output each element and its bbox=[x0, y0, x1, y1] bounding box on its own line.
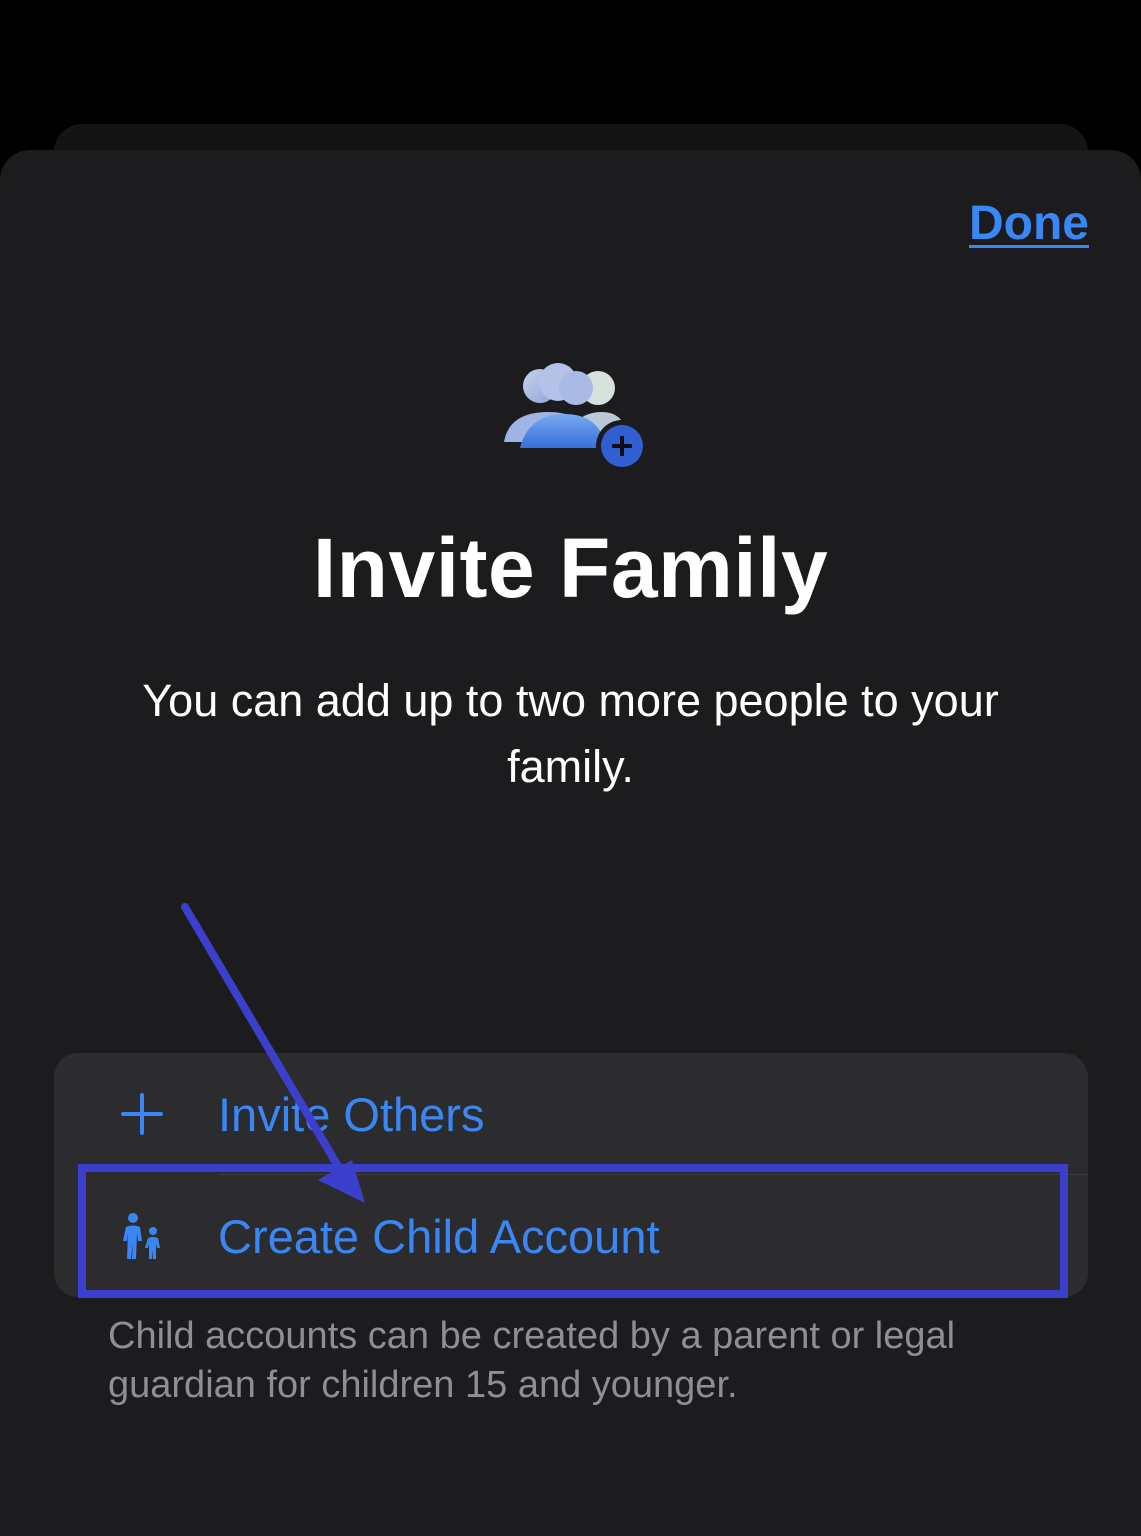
plus-icon bbox=[116, 1088, 168, 1140]
invite-others-row[interactable]: Invite Others bbox=[54, 1053, 1088, 1175]
create-child-account-row[interactable]: Create Child Account bbox=[54, 1175, 1088, 1297]
child-account-footnote: Child accounts can be created by a paren… bbox=[108, 1315, 956, 1406]
page-subtitle: You can add up to two more people to you… bbox=[142, 675, 999, 792]
invite-others-label: Invite Others bbox=[218, 1087, 485, 1141]
options-group: Invite Others Create Child Account bbox=[54, 1053, 1088, 1297]
done-button[interactable]: Done bbox=[969, 196, 1089, 251]
screen: Done Invite Family You can add up to two… bbox=[0, 0, 1141, 1536]
create-child-account-label: Create Child Account bbox=[218, 1209, 660, 1263]
parent-child-icon bbox=[116, 1210, 168, 1262]
family-add-icon bbox=[504, 363, 648, 472]
page-title: Invite Family bbox=[312, 521, 829, 615]
